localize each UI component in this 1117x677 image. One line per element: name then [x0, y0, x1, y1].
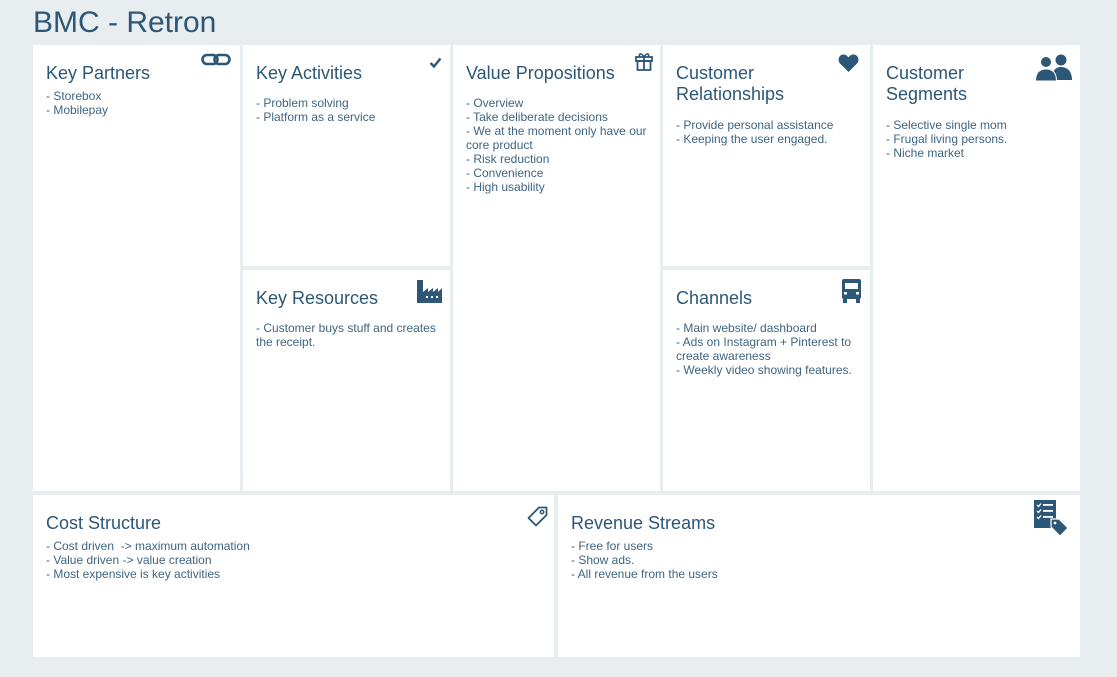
heart-icon	[838, 54, 859, 73]
item-list: - Free for users - Show ads. - All reven…	[571, 539, 718, 581]
block-title: Key Resources	[256, 288, 379, 308]
list-item: - Risk reduction	[466, 152, 550, 166]
block-key-partners[interactable]: Key Partners - Storebox - Mobilepay	[33, 45, 240, 491]
list-item: - Keeping the user engaged.	[676, 132, 828, 146]
item-list: - Main website/ dashboard - Ads on Insta…	[676, 321, 862, 377]
list-item: - Provide personal assistance	[676, 118, 834, 132]
list-item: - Ads on Instagram + Pinterest to create…	[676, 335, 855, 363]
item-list: - Overview - Take deliberate decisions -…	[466, 96, 652, 194]
list-item: - Overview	[466, 96, 524, 110]
link-icon	[201, 52, 231, 68]
list-item: - Cost driven -> maximum automation	[46, 539, 250, 553]
tag-icon	[527, 506, 548, 527]
block-channels[interactable]: Channels - Main website/ dashboard - Ads…	[663, 270, 870, 491]
list-item: - Mobilepay	[46, 103, 109, 117]
list-item: - Most expensive is key activities	[46, 567, 221, 581]
list-item: - Value driven -> value creation	[46, 553, 212, 567]
list-item: - Storebox	[46, 89, 102, 103]
block-title: Revenue Streams	[571, 513, 716, 533]
block-value-propositions[interactable]: Value Propositions - Overview - Take del…	[453, 45, 660, 491]
list-item: - Show ads.	[571, 553, 635, 567]
block-title: Key Activities	[256, 63, 363, 83]
check-icon	[429, 57, 442, 68]
block-customer-segments[interactable]: Customer Segments - Selective single mom…	[873, 45, 1080, 491]
list-item: - We at the moment only have our core pr…	[466, 124, 650, 152]
block-title: Customer Relationships	[676, 63, 785, 104]
block-title: Cost Structure	[46, 513, 162, 533]
block-title: Value Propositions	[466, 63, 615, 83]
list-item: - Niche market	[886, 146, 965, 160]
block-key-activities[interactable]: Key Activities - Problem solving - Platf…	[243, 45, 450, 266]
page-title: BMC - Retron	[33, 6, 217, 39]
list-item: - Frugal living persons.	[886, 132, 1008, 146]
item-list: - Cost driven -> maximum automation - Va…	[46, 539, 250, 581]
list-item: - Convenience	[466, 166, 544, 180]
item-list: - Problem solving - Platform as a servic…	[256, 96, 375, 124]
block-key-resources[interactable]: Key Resources - Customer buys stuff and …	[243, 270, 450, 491]
list-item: - Free for users	[571, 539, 654, 553]
list-item: - Main website/ dashboard	[676, 321, 817, 335]
block-title: Channels	[676, 288, 753, 308]
item-list: - Storebox - Mobilepay	[46, 89, 108, 117]
list-item: - Selective single mom	[886, 118, 1007, 132]
block-customer-relationships[interactable]: Customer Relationships - Provide persona…	[663, 45, 870, 266]
factory-icon	[416, 278, 442, 303]
block-title: Customer Segments	[886, 63, 968, 104]
list-item: - All revenue from the users	[571, 567, 718, 581]
block-revenue-streams[interactable]: Revenue Streams - Free for users - Show …	[558, 495, 1080, 657]
list-item: - Platform as a service	[256, 110, 376, 124]
list-item: - Customer buys stuff and creates the re…	[256, 321, 440, 349]
item-list: - Provide personal assistance - Keeping …	[676, 118, 833, 146]
list-item: - Take deliberate decisions	[466, 110, 608, 124]
item-list: - Customer buys stuff and creates the re…	[256, 321, 442, 349]
block-title: Key Partners	[46, 63, 151, 83]
checklist-tag-icon	[1033, 499, 1069, 537]
gift-icon	[635, 51, 653, 71]
item-list: - Selective single mom - Frugal living p…	[886, 118, 1007, 160]
users-icon	[1035, 54, 1073, 81]
block-cost-structure[interactable]: Cost Structure - Cost driven -> maximum …	[33, 495, 554, 657]
list-item: - High usability	[466, 180, 545, 194]
list-item: - Problem solving	[256, 96, 349, 110]
list-item: - Weekly video showing features.	[676, 363, 852, 377]
truck-icon	[841, 278, 862, 304]
